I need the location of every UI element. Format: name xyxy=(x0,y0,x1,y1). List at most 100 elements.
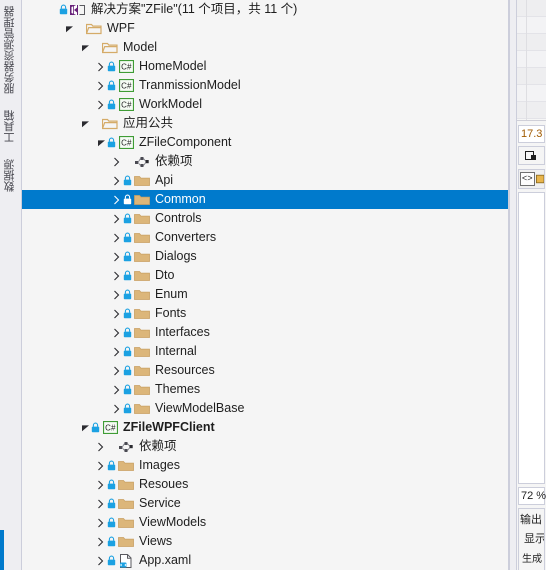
tree-row[interactable]: C# ZFileWPFClient xyxy=(22,418,508,437)
panel-gap xyxy=(509,0,516,570)
zoom-percent-field[interactable]: 72 % xyxy=(518,487,546,505)
tree-expander[interactable] xyxy=(108,233,122,243)
output-panel: 输出 显示 生成 xyxy=(518,508,545,570)
designer-surface[interactable] xyxy=(518,192,545,484)
tree-expander[interactable] xyxy=(92,480,106,490)
tree-expander[interactable] xyxy=(76,119,90,128)
source-control-lock-icon xyxy=(106,479,116,490)
tree-expander[interactable] xyxy=(108,214,122,224)
tree-row[interactable]: Model xyxy=(22,38,508,57)
tree-row[interactable]: Service xyxy=(22,494,508,513)
tree-expander[interactable] xyxy=(108,385,122,395)
tree-expander[interactable] xyxy=(92,537,106,547)
tree-row[interactable]: Converters xyxy=(22,228,508,247)
csharp-icon: C# xyxy=(118,60,134,73)
tree-row[interactable]: WPF xyxy=(22,19,508,38)
tab-toolbox[interactable]: 工具箱 xyxy=(3,106,19,147)
visual-studio-window: 服务器资源管理器 工具箱 数据源 解决方案"ZFile"(11 个项目，共 11… xyxy=(0,0,546,570)
tree-row[interactable]: Interfaces xyxy=(22,323,508,342)
tree-row[interactable]: Common xyxy=(22,190,508,209)
tree-row-label: Common xyxy=(155,192,206,206)
tree-row[interactable]: Images xyxy=(22,456,508,475)
xaml-file-icon xyxy=(118,553,134,568)
properties-grid-row[interactable] xyxy=(517,0,546,17)
tree-row[interactable]: App.xaml xyxy=(22,551,508,570)
tree-row[interactable]: Dialogs xyxy=(22,247,508,266)
tree-row[interactable]: Resources xyxy=(22,361,508,380)
tree-row[interactable]: Resoues xyxy=(22,475,508,494)
tree-row[interactable]: Controls xyxy=(22,209,508,228)
tree-expander[interactable] xyxy=(92,461,106,471)
folder-icon xyxy=(118,516,134,529)
tree-expander[interactable] xyxy=(108,290,122,300)
tree-expander[interactable] xyxy=(92,518,106,528)
tree-expander[interactable] xyxy=(108,176,122,186)
expander-collapsed-icon xyxy=(113,157,119,167)
tree-expander[interactable] xyxy=(108,252,122,262)
code-view-toolbar[interactable]: <> xyxy=(518,169,545,189)
split-view-icon[interactable] xyxy=(535,173,544,185)
tree-row[interactable]: Internal xyxy=(22,342,508,361)
tree-row[interactable]: Api xyxy=(22,171,508,190)
expander-collapsed-icon xyxy=(97,442,103,452)
source-control-lock-icon xyxy=(122,270,132,281)
tree-expander[interactable] xyxy=(92,81,106,91)
tab-data-sources[interactable]: 数据源 xyxy=(3,155,19,196)
code-view-button[interactable]: <> xyxy=(520,172,535,186)
tree-row[interactable]: C# TranmissionModel xyxy=(22,76,508,95)
tree-row-label: Converters xyxy=(155,230,217,244)
tree-row[interactable]: Views xyxy=(22,532,508,551)
tree-expander[interactable] xyxy=(92,442,106,452)
expander-collapsed-icon xyxy=(113,309,119,319)
tree-row[interactable]: Fonts xyxy=(22,304,508,323)
tree-expander[interactable] xyxy=(76,423,90,432)
tree-expander[interactable] xyxy=(76,43,90,52)
properties-grid-row[interactable] xyxy=(517,17,546,34)
zoom-value-field[interactable]: 17.3 xyxy=(518,125,545,143)
properties-grid-divider xyxy=(526,0,527,120)
tree-row[interactable]: ViewModels xyxy=(22,513,508,532)
tree-row[interactable]: C# WorkModel xyxy=(22,95,508,114)
tree-expander[interactable] xyxy=(108,366,122,376)
expander-collapsed-icon xyxy=(97,556,103,566)
properties-grid-row[interactable] xyxy=(517,102,546,119)
tree-row[interactable]: ViewModelBase xyxy=(22,399,508,418)
properties-grid-row[interactable] xyxy=(517,68,546,85)
tree-row-label: Fonts xyxy=(155,306,187,320)
source-control-lock-icon xyxy=(122,403,132,414)
tree-expander[interactable] xyxy=(108,404,122,414)
tree-row[interactable]: Themes xyxy=(22,380,508,399)
folder-icon xyxy=(134,345,150,358)
output-show-label[interactable]: 显示 xyxy=(520,530,544,546)
tree-expander[interactable] xyxy=(92,62,106,72)
tree-expander[interactable] xyxy=(108,157,122,167)
tree-row[interactable]: 应用公共 xyxy=(22,114,508,133)
tab-server-explorer[interactable]: 服务器资源管理器 xyxy=(3,2,19,98)
tree-expander[interactable] xyxy=(108,347,122,357)
properties-grid-row[interactable] xyxy=(517,85,546,102)
tree-expander[interactable] xyxy=(108,195,122,205)
tree-expander[interactable] xyxy=(92,499,106,509)
properties-grid-row[interactable] xyxy=(517,34,546,51)
properties-grid-row[interactable] xyxy=(517,51,546,68)
tree-row[interactable]: 解决方案"ZFile"(11 个项目，共 11 个) xyxy=(22,0,508,19)
tree-expander[interactable] xyxy=(108,309,122,319)
source-control-lock-icon xyxy=(106,99,116,110)
tree-row-label: HomeModel xyxy=(139,59,207,73)
tree-row[interactable]: Enum xyxy=(22,285,508,304)
tree-expander[interactable] xyxy=(60,24,74,33)
tree-expander[interactable] xyxy=(92,556,106,566)
tree-expander[interactable] xyxy=(92,100,106,110)
tree-row[interactable]: 依赖项 xyxy=(22,152,508,171)
tree-expander[interactable] xyxy=(108,271,122,281)
source-control-lock-icon xyxy=(106,460,116,471)
layout-toolbar[interactable] xyxy=(518,146,545,165)
properties-grid[interactable] xyxy=(517,0,546,121)
solution-tree[interactable]: 解决方案"ZFile"(11 个项目，共 11 个) WPF Model C# Home… xyxy=(22,0,508,570)
tree-row[interactable]: Dto xyxy=(22,266,508,285)
tree-expander[interactable] xyxy=(108,328,122,338)
tree-row[interactable]: C# ZFileComponent xyxy=(22,133,508,152)
tree-row[interactable]: 依赖项 xyxy=(22,437,508,456)
tree-row[interactable]: C# HomeModel xyxy=(22,57,508,76)
tree-expander[interactable] xyxy=(92,138,106,147)
